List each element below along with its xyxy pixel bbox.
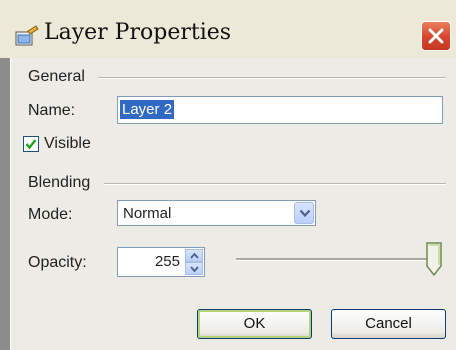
opacity-label: Opacity:: [28, 254, 87, 271]
visible-label[interactable]: Visible: [44, 135, 91, 153]
chevron-down-icon: [190, 266, 199, 272]
opacity-slider-thumb[interactable]: [426, 242, 442, 277]
ok-button[interactable]: OK: [197, 309, 312, 339]
background-strip: [0, 58, 10, 350]
opacity-slider-track[interactable]: [236, 258, 436, 261]
cancel-button[interactable]: Cancel: [331, 309, 446, 339]
opacity-value[interactable]: 255: [155, 253, 180, 270]
chevron-down-icon: [299, 209, 311, 218]
visible-checkbox[interactable]: [23, 136, 39, 152]
mode-dropdown-button[interactable]: [294, 202, 314, 224]
blending-group-divider: [104, 183, 446, 185]
name-input[interactable]: Layer 2: [117, 96, 443, 124]
name-label: Name:: [28, 102, 76, 119]
general-group-heading: General: [28, 68, 85, 85]
mode-select[interactable]: Normal: [117, 200, 316, 226]
blending-group-heading: Blending: [28, 174, 91, 191]
mode-label: Mode:: [28, 206, 73, 223]
opacity-increment-button[interactable]: [185, 249, 203, 262]
chevron-up-icon: [190, 253, 199, 259]
close-button[interactable]: [421, 21, 451, 51]
general-group-divider: [98, 77, 446, 79]
name-input-value[interactable]: Layer 2: [120, 100, 175, 119]
title-bar[interactable]: Layer Properties: [0, 0, 456, 58]
mode-select-value: Normal: [123, 205, 172, 222]
close-icon: [428, 28, 444, 44]
opacity-spinbox[interactable]: 255: [117, 247, 205, 277]
layer-properties-dialog: Layer Properties General Name: Layer 2 V…: [0, 0, 456, 350]
window-title: Layer Properties: [44, 20, 232, 45]
opacity-decrement-button[interactable]: [185, 262, 203, 275]
checkmark-icon: [25, 139, 37, 150]
layer-properties-icon: [14, 25, 40, 47]
